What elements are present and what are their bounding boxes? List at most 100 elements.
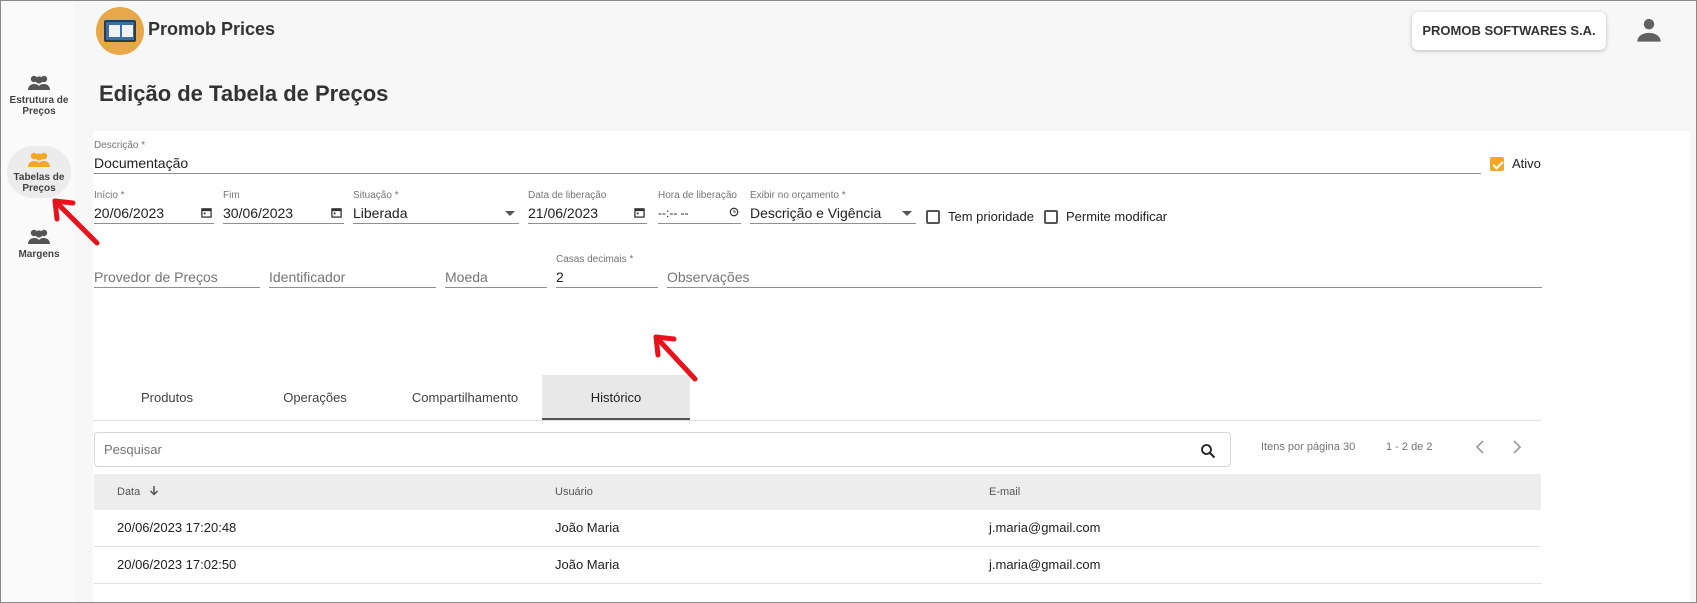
- checkbox-checked-icon: [1490, 156, 1504, 171]
- inicio-field[interactable]: Início * 20/06/2023: [94, 189, 214, 224]
- items-per-page[interactable]: Itens por página 30: [1261, 441, 1355, 453]
- tab-operacoes[interactable]: Operações: [241, 375, 389, 420]
- sidebar-item-margens[interactable]: Margens: [7, 229, 71, 269]
- data-liberacao-label: Data de liberação: [528, 190, 607, 201]
- app-window: Estrutura de Preços Tabelas de Preços Ma…: [0, 0, 1697, 603]
- clock-icon[interactable]: [729, 207, 739, 217]
- inicio-label: Início *: [94, 190, 125, 201]
- ativo-checkbox[interactable]: Ativo: [1490, 156, 1541, 171]
- data-liberacao-field[interactable]: Data de liberação 21/06/2023: [528, 189, 647, 224]
- items-per-page-value[interactable]: 30: [1343, 441, 1355, 453]
- descricao-label: Descrição *: [94, 140, 146, 151]
- sidebar-item-label: Estrutura de Preços: [9, 95, 69, 117]
- app-title: Promob Prices: [148, 19, 276, 39]
- fim-field[interactable]: Fim 30/06/2023: [223, 189, 344, 224]
- top-bar: Promob Prices PROMOB SOFTWARES S.A.: [81, 1, 1690, 61]
- search-box: [94, 432, 1231, 467]
- dropdown-arrow-icon: [902, 211, 912, 216]
- tem-prioridade-label: Tem prioridade: [948, 209, 1034, 224]
- search-input[interactable]: [95, 433, 1175, 466]
- permite-modificar-label: Permite modificar: [1066, 209, 1168, 224]
- fim-value: 30/06/2023: [223, 205, 294, 221]
- items-per-page-label: Itens por página: [1261, 441, 1340, 453]
- exibir-orcamento-value: Descrição e Vigência: [750, 205, 882, 221]
- casas-decimais-field[interactable]: Casas decimais * 2: [556, 253, 658, 288]
- search-icon[interactable]: [1200, 443, 1216, 459]
- observacoes-field[interactable]: Observações: [667, 253, 1542, 288]
- data-liberacao-value: 21/06/2023: [528, 205, 599, 221]
- column-header-usuario: Usuário: [555, 486, 593, 498]
- identificador-input[interactable]: Identificador: [269, 266, 436, 288]
- chevron-left-icon[interactable]: [1472, 438, 1488, 456]
- history-table: Data Usuário E-mail 20/06/2023 17:20:48 …: [94, 474, 1541, 584]
- situacao-value: Liberada: [353, 205, 408, 221]
- app-logo: [96, 7, 144, 55]
- hora-liberacao-value: --:-- --: [658, 206, 689, 220]
- moeda-input[interactable]: Moeda: [445, 266, 547, 288]
- page-title: Edição de Tabela de Preços: [99, 81, 389, 106]
- ativo-label: Ativo: [1512, 156, 1541, 171]
- inicio-value: 20/06/2023: [94, 205, 165, 221]
- data-liberacao-input[interactable]: 21/06/2023: [528, 202, 647, 224]
- checkbox-unchecked-icon: [1044, 209, 1058, 224]
- column-header-label: Data: [117, 486, 141, 498]
- permite-modificar-checkbox[interactable]: Permite modificar: [1044, 209, 1167, 224]
- table-row[interactable]: 20/06/2023 17:20:48 João Maria j.maria@g…: [94, 510, 1541, 547]
- sort-descending-icon[interactable]: [149, 485, 159, 496]
- provedor-precos-field[interactable]: Provedor de Preços: [94, 253, 260, 288]
- company-button[interactable]: PROMOB SOFTWARES S.A.: [1412, 12, 1606, 50]
- edit-form-card: Descrição * Documentação Ativo Início * …: [93, 131, 1690, 602]
- exibir-orcamento-select[interactable]: Exibir no orçamento * Descrição e Vigênc…: [750, 189, 916, 224]
- group-icon: [28, 229, 50, 244]
- cell-usuario: João Maria: [555, 557, 620, 572]
- sidebar: Estrutura de Preços Tabelas de Preços Ma…: [1, 1, 74, 602]
- descricao-field[interactable]: Descrição * Documentação: [94, 139, 1481, 174]
- fim-input[interactable]: 30/06/2023: [223, 202, 344, 224]
- page-range: 1 - 2 de 2: [1386, 441, 1433, 453]
- group-icon: [28, 75, 50, 90]
- cell-email: j.maria@gmail.com: [989, 520, 1101, 535]
- table-row[interactable]: 20/06/2023 17:02:50 João Maria j.maria@g…: [94, 547, 1541, 584]
- descricao-input[interactable]: Documentação: [94, 152, 1481, 174]
- calendar-icon[interactable]: [634, 207, 645, 218]
- calendar-icon[interactable]: [331, 207, 342, 218]
- situacao-label: Situação *: [353, 190, 399, 201]
- identificador-field[interactable]: Identificador: [269, 253, 436, 288]
- observacoes-input[interactable]: Observações: [667, 266, 1542, 288]
- casas-decimais-label: Casas decimais *: [556, 254, 634, 265]
- tab-historico[interactable]: Histórico: [542, 375, 690, 420]
- cell-data: 20/06/2023 17:02:50: [117, 557, 237, 572]
- tab-produtos[interactable]: Produtos: [93, 375, 241, 420]
- sidebar-item-label: Tabelas de Preços: [13, 172, 65, 194]
- tab-bar: Produtos Operações Compartilhamento Hist…: [93, 375, 1541, 421]
- situacao-value-box[interactable]: Liberada: [353, 202, 519, 224]
- hora-liberacao-label: Hora de liberação: [658, 190, 737, 201]
- moeda-field[interactable]: Moeda: [445, 253, 547, 288]
- checkbox-unchecked-icon: [926, 209, 940, 224]
- tem-prioridade-checkbox[interactable]: Tem prioridade: [926, 209, 1034, 224]
- main-content: Edição de Tabela de Preços Descrição * D…: [81, 61, 1690, 602]
- inicio-input[interactable]: 20/06/2023: [94, 202, 214, 224]
- sidebar-item-tabelas-de-precos[interactable]: Tabelas de Preços: [7, 146, 71, 198]
- hora-liberacao-field[interactable]: Hora de liberação --:-- --: [658, 189, 741, 224]
- group-icon: [28, 152, 50, 167]
- chevron-right-icon[interactable]: [1509, 438, 1525, 456]
- cell-data: 20/06/2023 17:20:48: [117, 520, 237, 535]
- column-header-data[interactable]: Data: [117, 474, 159, 510]
- hora-liberacao-input[interactable]: --:-- --: [658, 202, 741, 224]
- sidebar-item-estrutura-de-precos[interactable]: Estrutura de Preços: [7, 75, 71, 127]
- column-header-email: E-mail: [989, 486, 1021, 498]
- exibir-orcamento-value-box[interactable]: Descrição e Vigência: [750, 202, 916, 224]
- situacao-select[interactable]: Situação * Liberada: [353, 189, 519, 224]
- cell-usuario: João Maria: [555, 520, 620, 535]
- cell-email: j.maria@gmail.com: [989, 557, 1101, 572]
- fim-label: Fim: [223, 190, 240, 201]
- user-account-icon[interactable]: [1635, 16, 1663, 44]
- exibir-orcamento-label: Exibir no orçamento *: [750, 190, 846, 201]
- casas-decimais-input[interactable]: 2: [556, 266, 658, 288]
- table-header: Data Usuário E-mail: [94, 474, 1541, 510]
- tab-compartilhamento[interactable]: Compartilhamento: [391, 375, 539, 420]
- calendar-icon[interactable]: [201, 207, 212, 218]
- sidebar-item-label: Margens: [18, 249, 60, 260]
- provedor-precos-input[interactable]: Provedor de Preços: [94, 266, 260, 288]
